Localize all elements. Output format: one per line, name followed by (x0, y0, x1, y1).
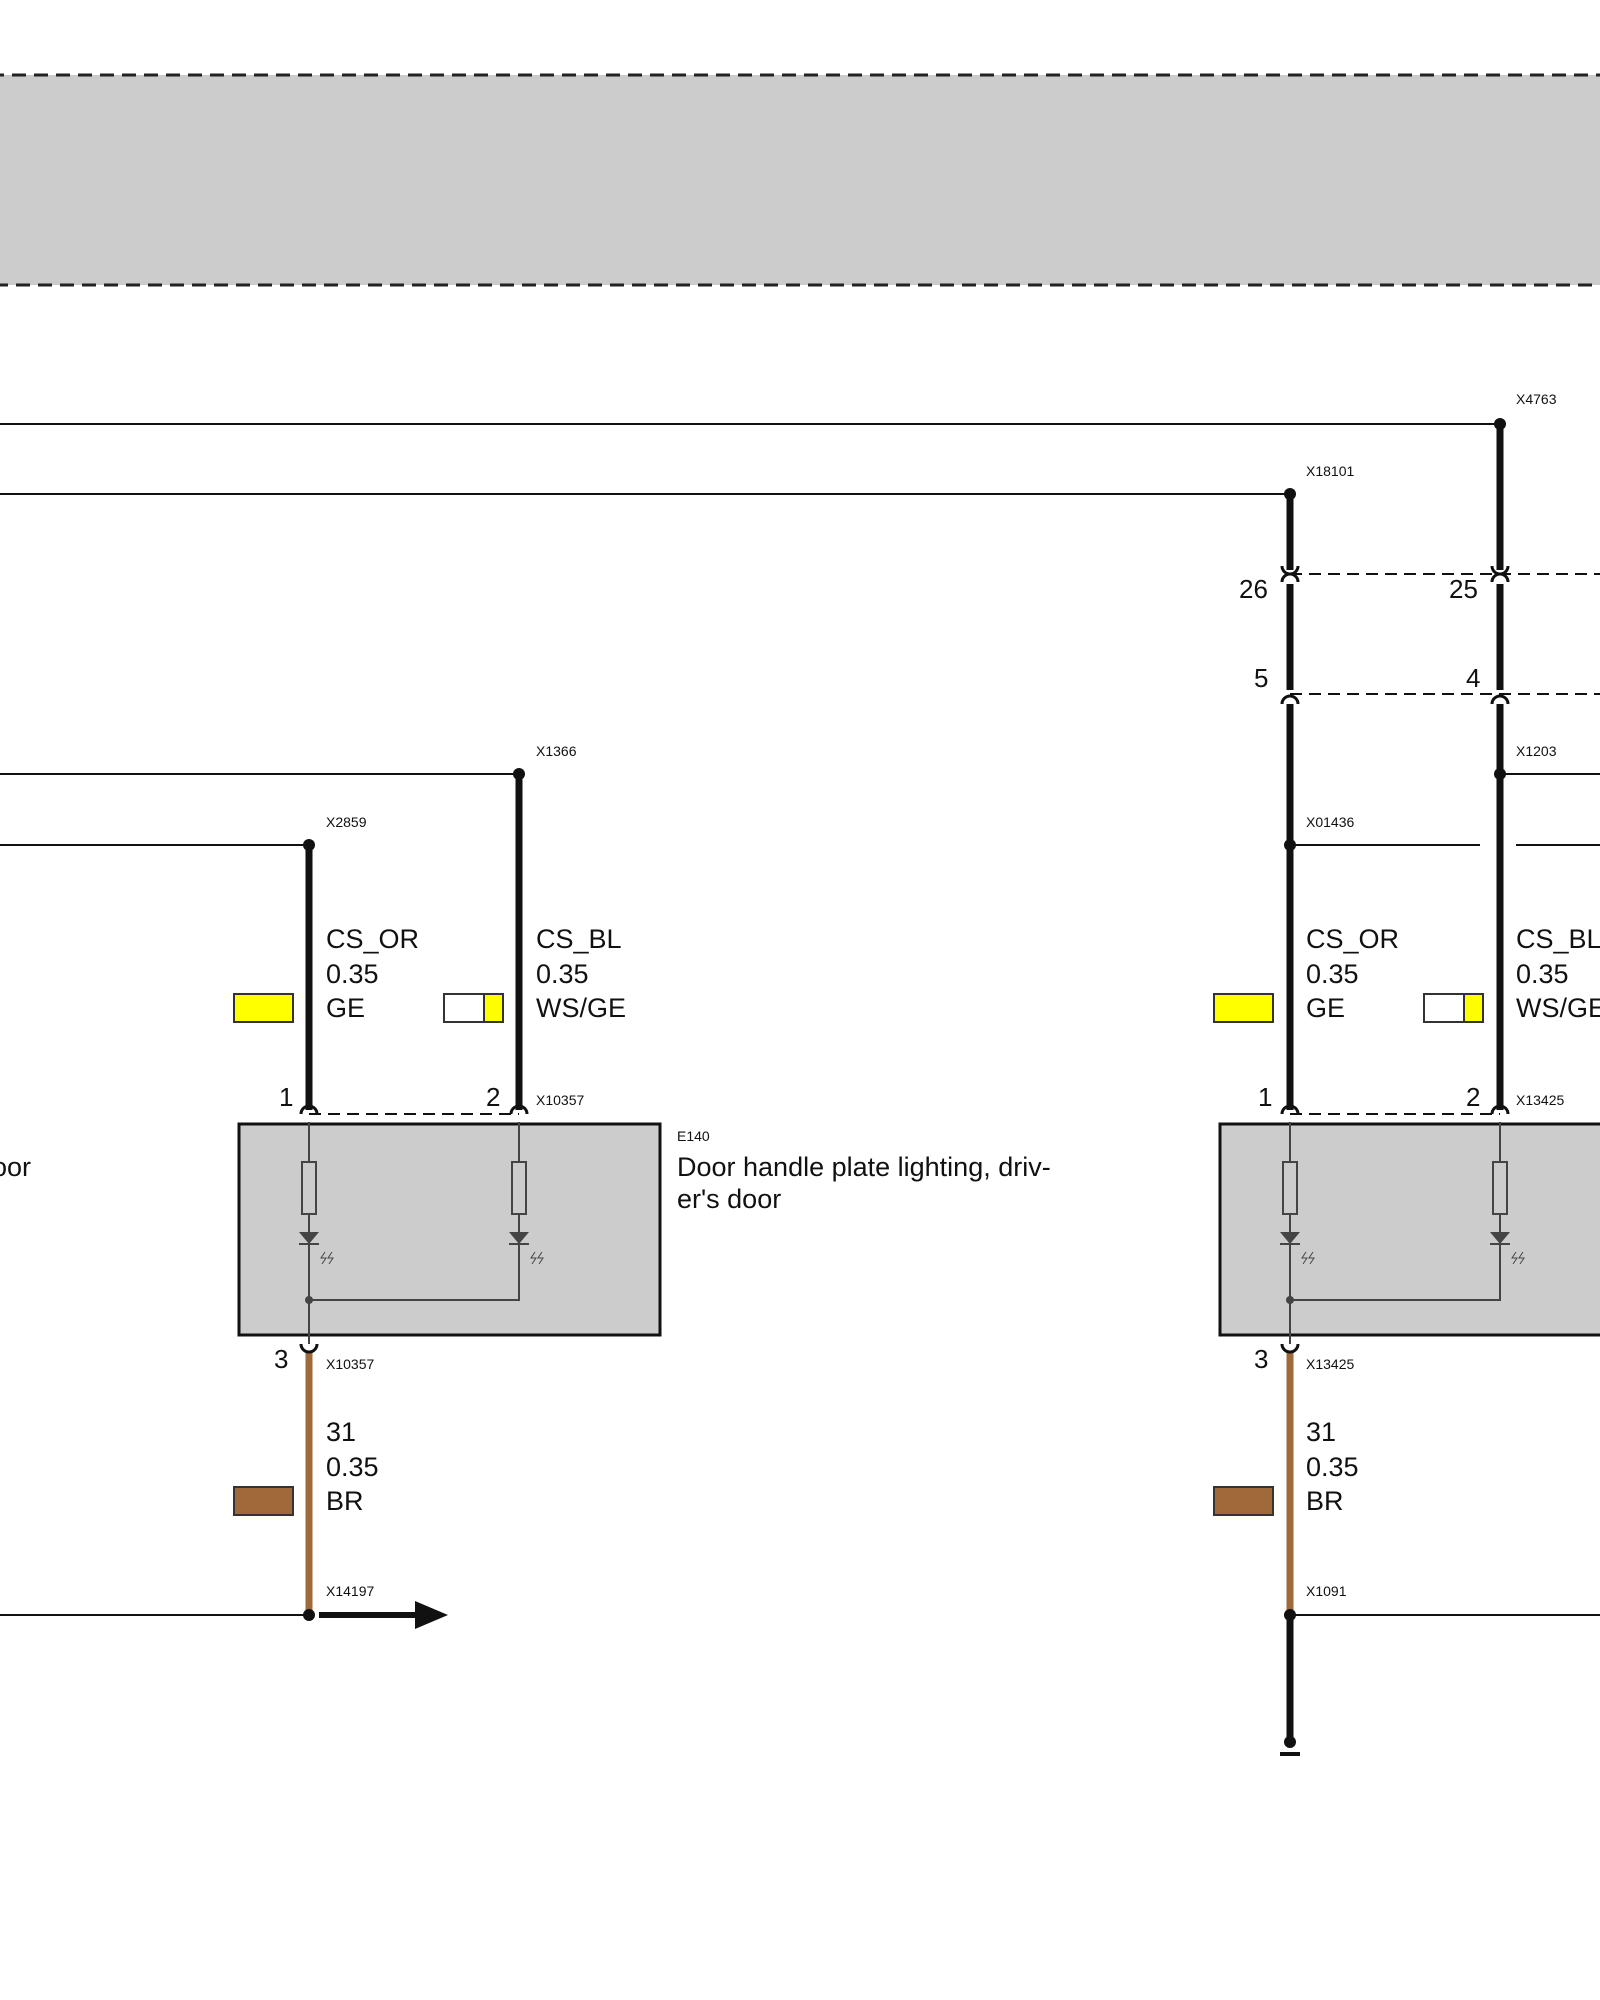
left-pin-2: 2 (486, 1082, 500, 1112)
junction-dots (303, 418, 1506, 1748)
right-gnd-signal: 31 (1306, 1417, 1336, 1447)
label-right-conn-bottom: X13425 (1306, 1356, 1354, 1372)
left-bl-gauge: 0.35 (536, 959, 589, 989)
component-name-line1: Door handle plate lighting, driv- (677, 1152, 1051, 1182)
left-bl-signal: CS_BL (536, 924, 622, 954)
label-x4763: X4763 (1516, 391, 1557, 407)
left-pin-1: 1 (279, 1082, 293, 1112)
label-x01436: X01436 (1306, 814, 1354, 830)
component-name-line2: er's door (677, 1184, 781, 1214)
pin-5: 5 (1254, 663, 1268, 693)
label-x2859: X2859 (326, 814, 367, 830)
swatch-left-or (233, 993, 294, 1023)
label-x1203: X1203 (1516, 743, 1557, 759)
left-gnd-signal: 31 (326, 1417, 356, 1447)
left-or-signal: CS_OR (326, 924, 419, 954)
wiring-diagram: X4763 X18101 X1366 X2859 X1203 X01436 X1… (0, 73, 1600, 1756)
right-module (1218, 1122, 1600, 1344)
connector-labels: X4763 X18101 X1366 X2859 X1203 X01436 X1… (326, 391, 1564, 1599)
right-or-color: GE (1306, 993, 1345, 1023)
left-or-gauge: 0.35 (326, 959, 379, 989)
label-x18101: X18101 (1306, 463, 1354, 479)
right-pin-3: 3 (1254, 1344, 1268, 1374)
right-bl-color: WS/GE (1516, 993, 1600, 1023)
left-bl-color: WS/GE (536, 993, 626, 1023)
right-gnd-gauge: 0.35 (1306, 1452, 1359, 1482)
label-e140: E140 (677, 1128, 710, 1144)
pin-25: 25 (1449, 574, 1478, 604)
pin-26: 26 (1239, 574, 1268, 604)
left-module (237, 1122, 662, 1344)
left-or-color: GE (326, 993, 365, 1023)
label-left-conn-bottom: X10357 (326, 1356, 374, 1372)
swatch-right-bl-white (1423, 993, 1465, 1023)
swatch-right-bl-yellow (1463, 993, 1484, 1023)
label-left-conn-top: X10357 (536, 1092, 584, 1108)
continuation-arrow-icon (319, 1601, 448, 1629)
left-pin-3: 3 (274, 1344, 288, 1374)
right-pin-2: 2 (1466, 1082, 1480, 1112)
right-bl-gauge: 0.35 (1516, 959, 1569, 989)
swatch-left-bl-white (443, 993, 485, 1023)
right-or-signal: CS_OR (1306, 924, 1399, 954)
swatch-left-bl-yellow (483, 993, 504, 1023)
label-right-ground-conn: X1091 (1306, 1583, 1347, 1599)
right-bl-signal: CS_BL (1516, 924, 1600, 954)
left-gnd-color: BR (326, 1486, 364, 1516)
left-gnd-gauge: 0.35 (326, 1452, 379, 1482)
label-x1366: X1366 (536, 743, 577, 759)
right-pin-1: 1 (1258, 1082, 1272, 1112)
right-or-gauge: 0.35 (1306, 959, 1359, 989)
right-gnd-color: BR (1306, 1486, 1344, 1516)
partial-component-name: oor (0, 1152, 31, 1182)
label-left-ground-conn: X14197 (326, 1583, 374, 1599)
swatch-right-or (1213, 993, 1274, 1023)
label-right-conn-top: X13425 (1516, 1092, 1564, 1108)
pin-4: 4 (1466, 663, 1480, 693)
swatch-right-gnd (1213, 1486, 1274, 1516)
swatch-left-gnd (233, 1486, 294, 1516)
top-banner (0, 73, 1600, 287)
